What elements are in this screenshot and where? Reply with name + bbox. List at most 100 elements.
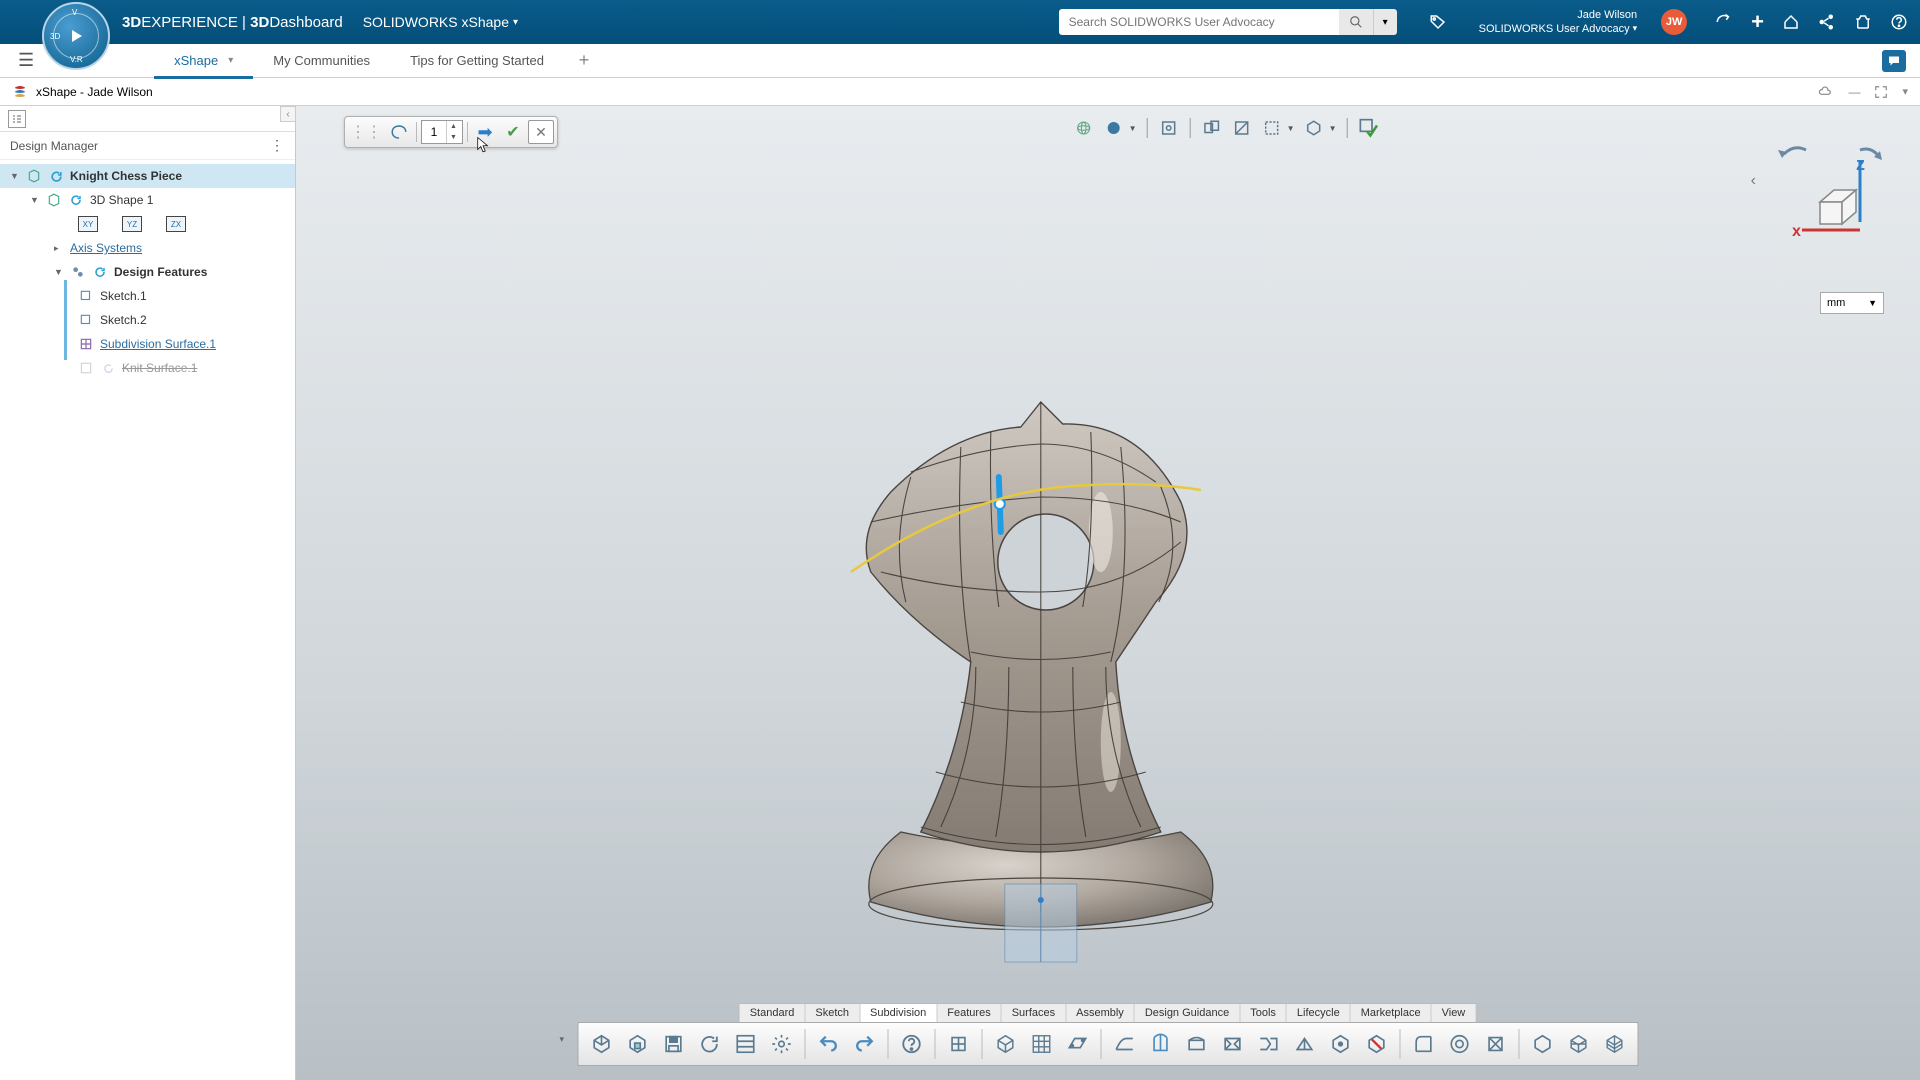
wireframe-icon[interactable]	[1562, 1027, 1596, 1061]
new-icon[interactable]	[585, 1027, 619, 1061]
search-input[interactable]	[1059, 9, 1339, 35]
tree-root[interactable]: ▼ Knight Chess Piece	[0, 164, 295, 188]
minimize-icon[interactable]: —	[1848, 85, 1860, 99]
drag-handle-icon[interactable]: ⋮⋮	[348, 122, 384, 142]
unit-dropdown[interactable]: mm▼	[1820, 292, 1884, 314]
btab-view[interactable]: View	[1432, 1004, 1477, 1022]
search-button[interactable]	[1339, 9, 1373, 35]
hide-show-icon[interactable]	[1229, 116, 1255, 140]
home-icon[interactable]	[1854, 13, 1872, 31]
extrude-side-icon[interactable]	[1108, 1027, 1142, 1061]
globe-wire-icon[interactable]	[1071, 116, 1097, 140]
collapse-panel-icon[interactable]: ‹	[280, 106, 296, 122]
pattern-icon[interactable]	[1479, 1027, 1513, 1061]
globe-dropdown-icon[interactable]: ▼	[1129, 124, 1139, 133]
tree-features[interactable]: ▼ Design Features	[0, 260, 295, 284]
twisty-down-icon[interactable]: ▼	[30, 195, 40, 205]
twisty-right-icon[interactable]: ▸	[54, 243, 64, 254]
subdiv-plane-icon[interactable]	[1061, 1027, 1095, 1061]
btab-subdivision[interactable]: Subdivision	[860, 1004, 937, 1022]
display-mode-icon[interactable]	[1301, 116, 1327, 140]
select-mode-icon[interactable]	[1259, 116, 1285, 140]
update-icon[interactable]	[693, 1027, 727, 1061]
twisty-down-icon[interactable]: ▼	[54, 267, 64, 277]
btab-sketch[interactable]: Sketch	[805, 1004, 860, 1022]
avatar[interactable]: JW	[1661, 9, 1687, 35]
delete-face-icon[interactable]	[1360, 1027, 1394, 1061]
search-scope-dropdown[interactable]: ▾	[1373, 9, 1397, 35]
box-deform-icon[interactable]	[1324, 1027, 1358, 1061]
zx-plane-icon[interactable]: ZX	[166, 216, 186, 232]
confirm-feature-icon[interactable]	[1356, 116, 1382, 140]
tree-item-sketch1[interactable]: Sketch.1	[0, 284, 295, 308]
tab-my-communities[interactable]: My Communities	[253, 44, 390, 78]
network-share-icon[interactable]	[1818, 13, 1836, 31]
tag-icon[interactable]	[1429, 13, 1447, 31]
redo-icon[interactable]	[848, 1027, 882, 1061]
cube-icon[interactable]	[1526, 1027, 1560, 1061]
fit-view-icon[interactable]	[1156, 116, 1182, 140]
bend-icon[interactable]	[1180, 1027, 1214, 1061]
crease-icon[interactable]	[1288, 1027, 1322, 1061]
btab-design-guidance[interactable]: Design Guidance	[1135, 1004, 1240, 1022]
notifications-icon[interactable]	[1715, 13, 1733, 31]
bridge-icon[interactable]	[1252, 1027, 1286, 1061]
ok-icon[interactable]: ✔	[500, 120, 526, 144]
btab-surfaces[interactable]: Surfaces	[1002, 1004, 1066, 1022]
tree-mode-icon[interactable]	[8, 110, 26, 128]
undo-icon[interactable]	[812, 1027, 846, 1061]
properties-icon[interactable]	[729, 1027, 763, 1061]
tree-item-sketch2[interactable]: Sketch.2	[0, 308, 295, 332]
chat-icon[interactable]	[1882, 50, 1906, 72]
yz-plane-icon[interactable]: YZ	[122, 216, 142, 232]
add-tab-button[interactable]: +	[572, 49, 596, 73]
subdiv-grid-icon[interactable]	[1025, 1027, 1059, 1061]
btab-marketplace[interactable]: Marketplace	[1351, 1004, 1432, 1022]
twisty-down-icon[interactable]: ▼	[10, 171, 20, 181]
display-dropdown-icon[interactable]: ▼	[1329, 124, 1339, 133]
tree-shape[interactable]: ▼ 3D Shape 1	[0, 188, 295, 212]
user-block[interactable]: Jade Wilson SOLIDWORKS User Advocacy▾	[1479, 8, 1638, 37]
cloud-icon[interactable]	[1816, 85, 1834, 99]
primitive-box-icon[interactable]	[942, 1027, 976, 1061]
loop-cut-icon[interactable]	[1216, 1027, 1250, 1061]
tree-item-knit[interactable]: Knit Surface.1	[0, 356, 295, 380]
tree-item-subdiv[interactable]: Subdivision Surface.1	[0, 332, 295, 356]
spin-down[interactable]: ▼	[447, 132, 460, 143]
xy-plane-icon[interactable]: XY	[78, 216, 98, 232]
compass-widget[interactable]: V 3D V.R	[42, 2, 110, 70]
collapse-command-bar-icon[interactable]: ▾	[560, 1034, 574, 1048]
chevron-down-icon[interactable]: ▾	[1902, 85, 1908, 98]
apply-arrow-icon[interactable]: ➡	[472, 120, 498, 144]
loop-tool-icon[interactable]	[386, 120, 412, 144]
select-dropdown-icon[interactable]: ▼	[1287, 124, 1297, 133]
add-icon[interactable]: +	[1751, 9, 1764, 35]
btab-tools[interactable]: Tools	[1240, 1004, 1287, 1022]
triad-collapse-icon[interactable]: ‹	[1751, 172, 1756, 190]
settings-icon[interactable]	[765, 1027, 799, 1061]
maximize-icon[interactable]	[1874, 85, 1888, 99]
tab-xshape[interactable]: xShape▾	[154, 44, 253, 78]
shell-icon[interactable]	[1443, 1027, 1477, 1061]
count-spinner[interactable]: ▲▼	[421, 120, 463, 144]
tree-axis[interactable]: ▸ Axis Systems	[0, 236, 295, 260]
view-triad[interactable]: z x	[1764, 136, 1884, 246]
mesh-icon[interactable]	[1598, 1027, 1632, 1061]
panel-menu-icon[interactable]: ⋮	[270, 137, 285, 154]
viewport[interactable]: ⋮⋮ ▲▼ ➡ ✔ ✕ ▼ ▼	[296, 106, 1920, 1080]
fillet-icon[interactable]	[1407, 1027, 1441, 1061]
globe-solid-icon[interactable]	[1101, 116, 1127, 140]
subdiv-cage-icon[interactable]	[1144, 1027, 1178, 1061]
section-icon[interactable]	[1199, 116, 1225, 140]
help-icon[interactable]	[895, 1027, 929, 1061]
btab-standard[interactable]: Standard	[740, 1004, 806, 1022]
spin-up[interactable]: ▲	[447, 121, 460, 132]
btab-assembly[interactable]: Assembly	[1066, 1004, 1135, 1022]
btab-lifecycle[interactable]: Lifecycle	[1287, 1004, 1351, 1022]
btab-features[interactable]: Features	[937, 1004, 1001, 1022]
share-icon[interactable]	[1782, 13, 1800, 31]
app-breadcrumb[interactable]: SOLIDWORKS xShape ▾	[363, 14, 518, 30]
open-icon[interactable]	[621, 1027, 655, 1061]
subdiv-box-icon[interactable]	[989, 1027, 1023, 1061]
cancel-icon[interactable]: ✕	[528, 120, 554, 144]
